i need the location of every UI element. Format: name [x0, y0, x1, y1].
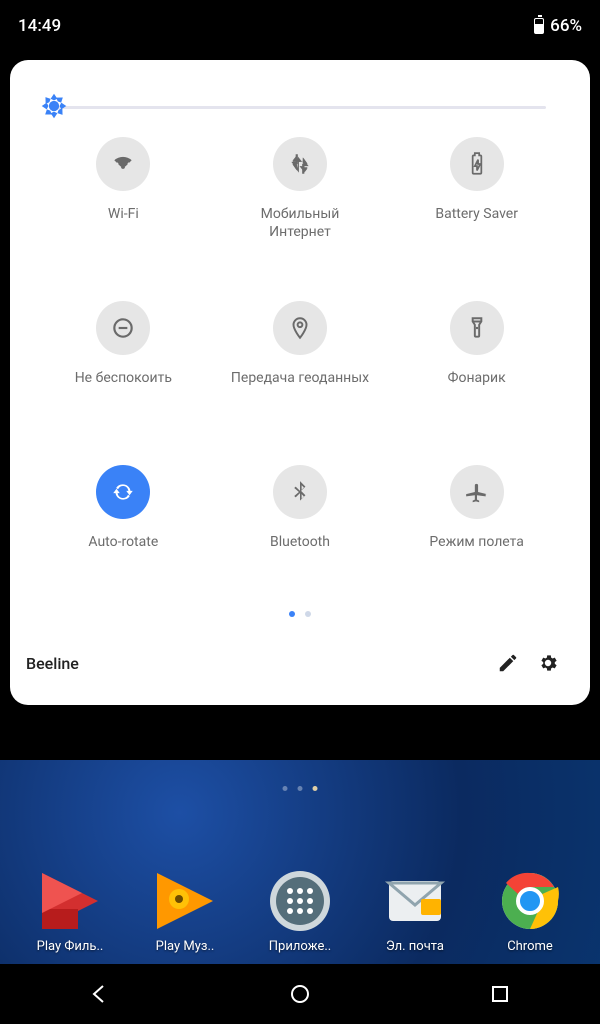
qs-tile-label: Wi-Fi: [108, 205, 139, 223]
qs-tile-dnd[interactable]: Не беспокоить: [40, 301, 207, 411]
home-page-dot: [313, 786, 318, 791]
qs-tile-label: Bluetooth: [270, 533, 330, 551]
home-dock: Play Филь.. Play Муз.. Приложе.. Эл. почта C…: [0, 869, 600, 954]
app-play-movies[interactable]: Play Филь..: [18, 869, 122, 954]
app-label: Эл. почта: [386, 939, 444, 954]
brightness-track: [54, 106, 546, 109]
app-label: Play Филь..: [37, 939, 104, 954]
mail-icon: [383, 869, 447, 933]
bluetooth-icon: [273, 465, 327, 519]
back-button[interactable]: [80, 974, 120, 1014]
qs-tile-wifi[interactable]: Wi-Fi: [40, 137, 207, 247]
qs-tile-label: Режим полета: [429, 533, 523, 551]
status-right: 66%: [534, 16, 582, 36]
app-play-music[interactable]: Play Муз..: [133, 869, 237, 954]
qs-tile-bluetooth[interactable]: Bluetooth: [217, 465, 384, 575]
qs-footer: Beeline: [10, 617, 590, 693]
battery-percent: 66%: [550, 16, 582, 36]
quick-settings-panel: Wi-Fi Мобильный Интернет Battery Saver Не б…: [10, 60, 590, 705]
qs-tiles-grid: Wi-Fi Мобильный Интернет Battery Saver Не б…: [10, 117, 590, 575]
recents-button[interactable]: [480, 974, 520, 1014]
navigation-bar: [0, 964, 600, 1024]
qs-tile-label: Передача геоданных: [231, 369, 369, 387]
airplane-icon: [450, 465, 504, 519]
qs-tile-label: Auto-rotate: [88, 533, 158, 551]
qs-tile-data[interactable]: Мобильный Интернет: [217, 137, 384, 247]
play-movies-icon: [38, 869, 102, 933]
qs-tile-flashlight[interactable]: Фонарик: [393, 301, 560, 411]
rotate-icon: [96, 465, 150, 519]
home-button[interactable]: [280, 974, 320, 1014]
data-icon: [273, 137, 327, 191]
chrome-icon: [498, 869, 562, 933]
qs-tile-label: Не беспокоить: [75, 369, 172, 387]
app-apps[interactable]: Приложе..: [248, 869, 352, 954]
app-label: Play Муз..: [156, 939, 215, 954]
qs-tile-battery[interactable]: Battery Saver: [393, 137, 560, 247]
home-page-dot: [283, 786, 288, 791]
qs-tile-label: Мобильный Интернет: [230, 205, 370, 241]
flashlight-icon: [450, 301, 504, 355]
battery-icon: [450, 137, 504, 191]
location-icon: [273, 301, 327, 355]
settings-button[interactable]: [528, 643, 568, 683]
qs-tile-label: Фонарик: [448, 369, 506, 387]
app-mail[interactable]: Эл. почта: [363, 869, 467, 954]
qs-tile-label: Battery Saver: [435, 205, 518, 223]
app-label: Chrome: [507, 939, 553, 954]
dnd-icon: [96, 301, 150, 355]
qs-tile-rotate[interactable]: Auto-rotate: [40, 465, 207, 575]
page-dot: [305, 611, 311, 617]
qs-tile-location[interactable]: Передача геоданных: [217, 301, 384, 411]
apps-icon: [268, 869, 332, 933]
brightness-slider[interactable]: [10, 60, 590, 117]
play-music-icon: [153, 869, 217, 933]
carrier-label: Beeline: [26, 654, 488, 673]
app-chrome[interactable]: Chrome: [478, 869, 582, 954]
home-page-dot: [298, 786, 303, 791]
app-label: Приложе..: [269, 939, 331, 954]
qs-tile-airplane[interactable]: Режим полета: [393, 465, 560, 575]
brightness-thumb-icon[interactable]: [41, 93, 67, 123]
clock: 14:49: [18, 16, 61, 36]
status-bar: 14:49 66%: [0, 0, 600, 52]
wifi-icon: [96, 137, 150, 191]
home-page-indicator: [283, 786, 318, 791]
edit-button[interactable]: [488, 643, 528, 683]
battery-icon: [534, 18, 544, 34]
page-dot: [289, 611, 295, 617]
